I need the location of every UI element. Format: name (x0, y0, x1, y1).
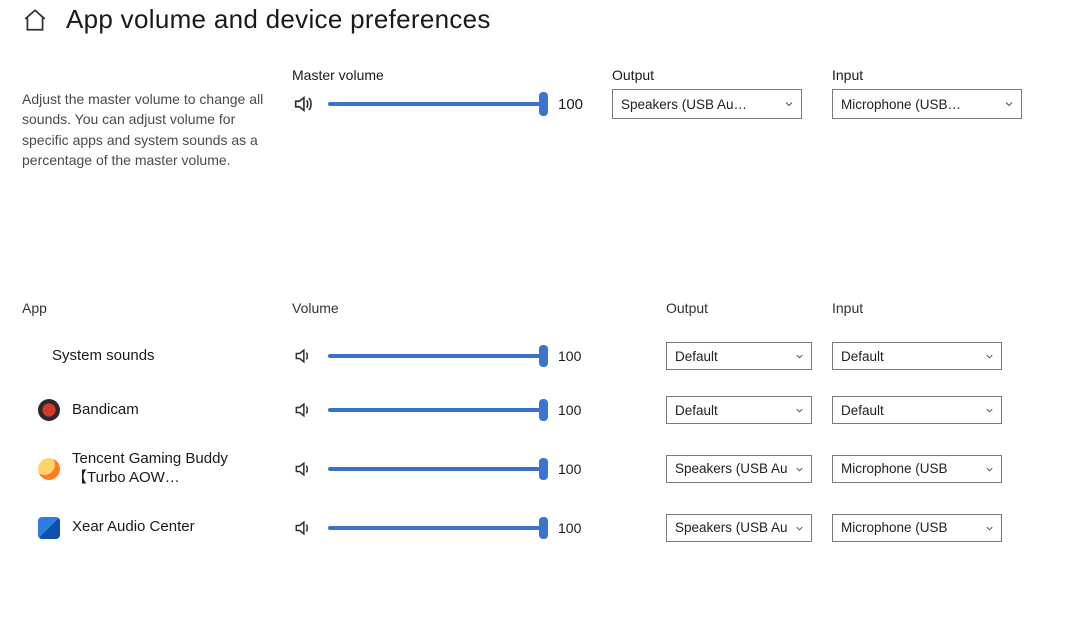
app-input-select[interactable]: Microphone (USB (832, 455, 1002, 483)
master-output-select[interactable]: Speakers (USB Au… (612, 89, 802, 119)
master-input-select[interactable]: Microphone (USB… (832, 89, 1022, 119)
master-volume-slider[interactable]: 100 (292, 89, 592, 119)
tencent-icon (38, 458, 60, 480)
app-volume-slider[interactable]: 100 (292, 343, 592, 369)
app-input-select[interactable]: Default (832, 396, 1002, 424)
app-volume-slider[interactable]: 100 (292, 456, 592, 482)
chevron-down-icon (1003, 98, 1015, 113)
speaker-icon (292, 93, 314, 115)
page-title: App volume and device preferences (66, 4, 491, 35)
home-icon[interactable] (22, 7, 48, 33)
speaker-icon (292, 517, 314, 539)
app-xear: Xear Audio Center (22, 517, 272, 539)
app-volume-slider[interactable]: 100 (292, 515, 592, 541)
master-volume-value: 100 (558, 96, 592, 113)
master-description: Adjust the master volume to change all s… (22, 89, 272, 170)
app-output-select[interactable]: Speakers (USB Au (666, 455, 812, 483)
label-output: Output (612, 300, 812, 316)
chevron-down-icon (794, 404, 805, 419)
app-output-select[interactable]: Default (666, 342, 812, 370)
app-output-select[interactable]: Default (666, 396, 812, 424)
app-input-select[interactable]: Microphone (USB (832, 514, 1002, 542)
label-output: Output (612, 67, 812, 83)
label-input: Input (832, 300, 1032, 316)
chevron-down-icon (783, 98, 795, 113)
label-master-volume: Master volume (292, 67, 592, 83)
chevron-down-icon (794, 350, 805, 365)
bandicam-icon (38, 399, 60, 421)
app-tencent: Tencent Gaming Buddy【Turbo AOW… (22, 450, 272, 488)
app-system-sounds: System sounds (22, 347, 272, 366)
chevron-down-icon (984, 404, 995, 419)
speaker-icon (292, 345, 314, 367)
speaker-icon (292, 458, 314, 480)
speaker-icon (292, 399, 314, 421)
chevron-down-icon (984, 522, 995, 537)
app-input-select[interactable]: Default (832, 342, 1002, 370)
app-bandicam: Bandicam (22, 399, 272, 421)
chevron-down-icon (794, 522, 805, 537)
label-volume: Volume (292, 300, 592, 316)
label-app: App (22, 300, 272, 316)
xear-icon (38, 517, 60, 539)
chevron-down-icon (794, 463, 805, 478)
app-output-select[interactable]: Speakers (USB Au (666, 514, 812, 542)
chevron-down-icon (984, 350, 995, 365)
app-volume-slider[interactable]: 100 (292, 397, 592, 423)
label-input: Input (832, 67, 1032, 83)
chevron-down-icon (984, 463, 995, 478)
